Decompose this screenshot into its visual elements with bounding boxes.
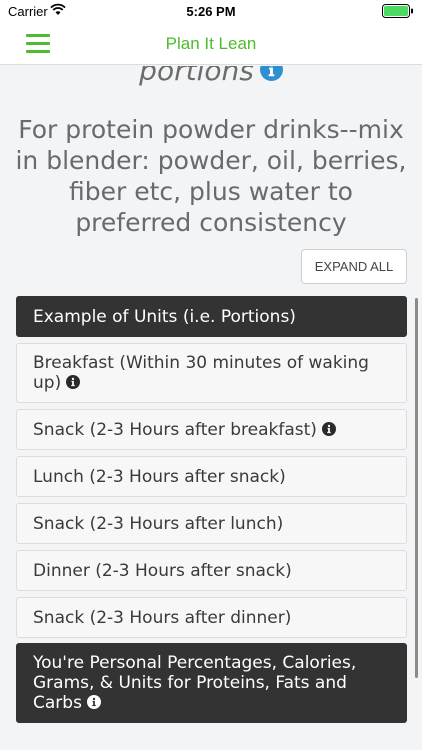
section-label: Snack (2-3 Hours after dinner) (33, 607, 292, 628)
instructions-text: For protein powder drinks--mix in blende… (15, 115, 407, 237)
app-title: Plan It Lean (165, 34, 257, 53)
section-personal-percentages[interactable]: You're Personal Percentages, Calories, G… (16, 643, 407, 723)
expand-all-button[interactable]: EXPAND ALL (301, 249, 407, 284)
info-icon[interactable] (66, 375, 81, 389)
portions-heading: portions (0, 66, 422, 87)
section-snack-after-dinner[interactable]: Snack (2-3 Hours after dinner) (16, 597, 407, 638)
nav-bar: Plan It Lean (0, 22, 422, 65)
section-dinner[interactable]: Dinner (2-3 Hours after snack) (16, 550, 407, 591)
section-snack-after-breakfast[interactable]: Snack (2-3 Hours after breakfast) (16, 409, 407, 450)
section-label: Dinner (2-3 Hours after snack) (33, 560, 292, 581)
section-breakfast[interactable]: Breakfast (Within 30 minutes of waking u… (16, 343, 407, 403)
section-label: Snack (2-3 Hours after breakfast) (33, 420, 336, 440)
section-label: Lunch (2-3 Hours after snack) (33, 466, 286, 487)
section-label: Snack (2-3 Hours after lunch) (33, 513, 284, 534)
menu-icon[interactable] (26, 34, 50, 53)
battery-icon (382, 4, 413, 18)
info-icon[interactable] (86, 695, 101, 709)
scrollbar[interactable] (415, 298, 418, 678)
status-time: 5:26 PM (186, 4, 236, 19)
section-lunch[interactable]: Lunch (2-3 Hours after snack) (16, 456, 407, 497)
info-icon[interactable] (321, 421, 336, 436)
section-snack-after-lunch[interactable]: Snack (2-3 Hours after lunch) (16, 503, 407, 544)
section-label: You're Personal Percentages, Calories, G… (33, 653, 357, 713)
main-content[interactable]: portions For protein powder drinks--mix … (0, 66, 422, 750)
section-label: Example of Units (i.e. Portions) (33, 306, 296, 327)
section-label: Breakfast (Within 30 minutes of waking u… (33, 353, 369, 393)
info-icon[interactable] (259, 66, 283, 81)
portions-text: portions (139, 66, 254, 87)
section-example-units[interactable]: Example of Units (i.e. Portions) (16, 296, 407, 337)
status-bar: Carrier 5:26 PM (0, 0, 422, 22)
